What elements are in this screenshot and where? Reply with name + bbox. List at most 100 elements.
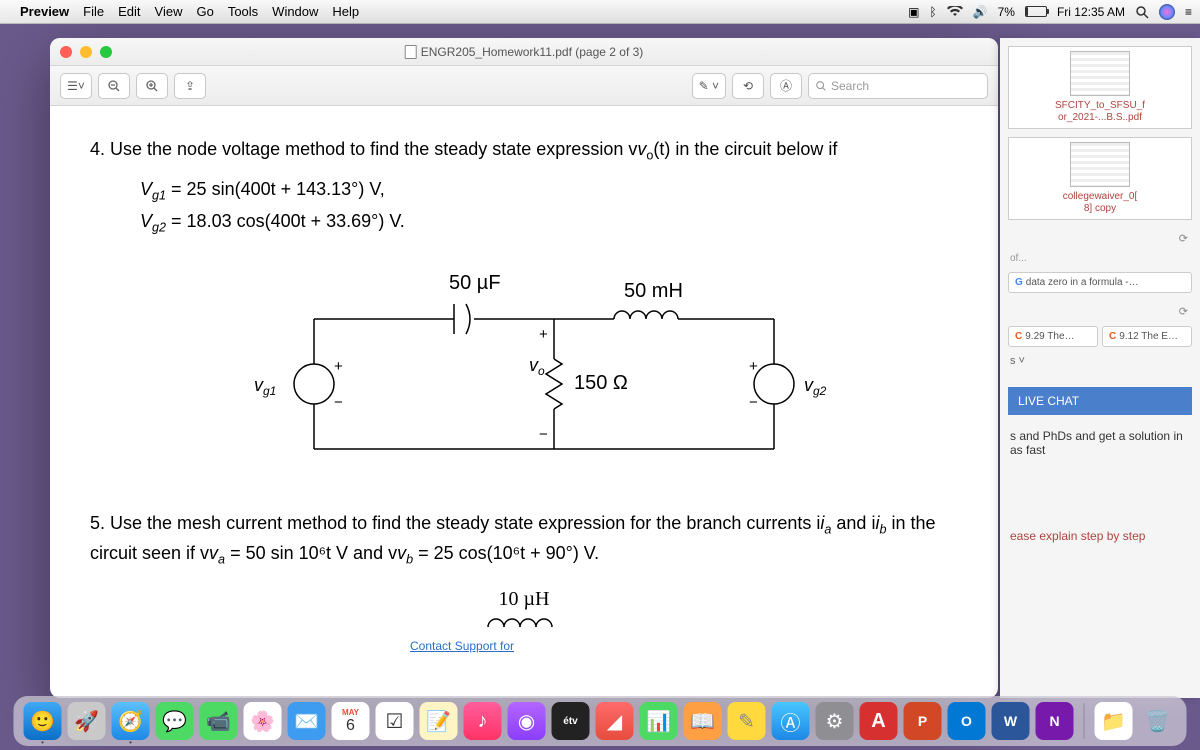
dock-autodesk[interactable]: A — [860, 702, 898, 740]
zoom-out-button[interactable] — [98, 73, 130, 99]
status-tray: ▣ ᛒ 🔊 7% Fri 12:35 AM ≡ — [908, 4, 1192, 20]
dock-pages[interactable]: ✎ — [728, 702, 766, 740]
dock-onenote[interactable]: N — [1036, 702, 1074, 740]
svg-text:+: + — [539, 326, 548, 343]
markup-button[interactable]: Ⓐ — [770, 73, 802, 99]
ref-text: of... — [1010, 253, 1027, 264]
menu-view[interactable]: View — [155, 4, 183, 19]
search-placeholder: Search — [831, 79, 869, 93]
siri-icon[interactable] — [1159, 4, 1175, 20]
question-4-prompt: 4. Use the node voltage method to find t… — [90, 136, 958, 165]
dock-settings[interactable]: ⚙︎ — [816, 702, 854, 740]
phd-text: s and PhDs and get a solution in as fast — [1000, 423, 1200, 463]
dock-safari2[interactable]: ◢ — [596, 702, 634, 740]
menu-edit[interactable]: Edit — [118, 4, 140, 19]
dock-outlook[interactable]: O — [948, 702, 986, 740]
window-title: ENGR205_Homework11.pdf (page 2 of 3) — [405, 45, 644, 59]
question-5-prompt: 5. Use the mesh current method to find t… — [90, 509, 958, 570]
inductor2-label: 10 µH — [90, 588, 958, 611]
dock-downloads[interactable]: 📁 — [1095, 702, 1133, 740]
dock-appstore[interactable]: Ⓐ — [772, 702, 810, 740]
wifi-icon[interactable] — [947, 6, 963, 17]
given-equations: Vg1 = 25 sin(400t + 143.13°) V, Vg2 = 18… — [140, 179, 958, 234]
dock-safari[interactable]: 🧭 — [112, 702, 150, 740]
cap-label: 50 µF — [449, 272, 501, 294]
circuit-diagram: 50 µF 50 mH 150 Ω vo vg1 vg2 + − + − + − — [214, 259, 834, 479]
dock-messages[interactable]: 💬 — [156, 702, 194, 740]
bluetooth-icon[interactable]: ᛒ — [929, 5, 936, 19]
sidebar-toggle-button[interactable]: ☰˅ — [60, 73, 92, 99]
dock-music[interactable]: ♪ — [464, 702, 502, 740]
search-icon — [815, 80, 827, 92]
close-button[interactable] — [60, 46, 72, 58]
dock-launchpad[interactable]: 🚀 — [68, 702, 106, 740]
desktop-file-2[interactable]: collegewaiver_0[8] copy — [1008, 137, 1192, 220]
ind-label: 50 mH — [624, 280, 683, 302]
dock-podcasts[interactable]: ◉ — [508, 702, 546, 740]
menu-tools[interactable]: Tools — [228, 4, 258, 19]
vg2-label: vg2 — [804, 375, 827, 398]
svg-text:−: − — [539, 426, 548, 443]
dock-mail[interactable]: ✉️ — [288, 702, 326, 740]
svg-text:−: − — [334, 394, 343, 411]
menu-go[interactable]: Go — [196, 4, 213, 19]
document-body: 4. Use the node voltage method to find t… — [50, 106, 998, 698]
dock-tv[interactable]: étv — [552, 702, 590, 740]
menu-window[interactable]: Window — [272, 4, 318, 19]
inductor-icon — [484, 611, 564, 633]
control-center-icon[interactable]: ≡ — [1185, 5, 1192, 19]
dock-divider — [1084, 703, 1085, 739]
dock-reminders[interactable]: ☑︎ — [376, 702, 414, 740]
reload-icon[interactable]: ⟳ — [1000, 228, 1200, 249]
res-label: 150 Ω — [574, 372, 628, 394]
rotate-button[interactable]: ⟲ — [732, 73, 764, 99]
window-controls — [60, 46, 112, 58]
browser-tab-google[interactable]: Gdata zero in a formula -… — [1008, 272, 1192, 293]
search-input[interactable]: Search — [808, 73, 988, 99]
dock-facetime[interactable]: 📹 — [200, 702, 238, 740]
dock-powerpoint[interactable]: P — [904, 702, 942, 740]
dock-photos[interactable]: 🌸 — [244, 702, 282, 740]
dock-finder[interactable]: 🙂 — [24, 702, 62, 740]
svg-text:+: + — [334, 358, 343, 375]
battery-percent: 7% — [998, 5, 1015, 19]
menu-help[interactable]: Help — [332, 4, 359, 19]
svg-text:−: − — [749, 394, 758, 411]
dropdown-s[interactable]: s ˅ — [1000, 351, 1200, 371]
preview-window: ENGR205_Homework11.pdf (page 2 of 3) ☰˅ … — [50, 38, 998, 698]
zoom-in-button[interactable] — [136, 73, 168, 99]
titlebar: ENGR205_Homework11.pdf (page 2 of 3) — [50, 38, 998, 66]
fullscreen-button[interactable] — [100, 46, 112, 58]
clock[interactable]: Fri 12:35 AM — [1057, 5, 1125, 19]
reload-icon-2[interactable]: ⟳ — [1000, 301, 1200, 322]
app-name[interactable]: Preview — [20, 4, 69, 19]
live-chat-button[interactable]: LIVE CHAT — [1008, 387, 1192, 415]
minimize-button[interactable] — [80, 46, 92, 58]
dock-numbers[interactable]: 📊 — [640, 702, 678, 740]
share-button[interactable]: ⇪ — [174, 73, 206, 99]
dock-word[interactable]: W — [992, 702, 1030, 740]
menubar: Preview File Edit View Go Tools Window H… — [0, 0, 1200, 24]
screen-record-icon[interactable]: ▣ — [908, 5, 919, 19]
svg-text:+: + — [749, 358, 758, 375]
desktop-file-1[interactable]: SFCITY_to_SFSU_for_2021-...B.S..pdf — [1008, 46, 1192, 129]
menu-file[interactable]: File — [83, 4, 104, 19]
dock-books[interactable]: 📖 — [684, 702, 722, 740]
support-link[interactable]: Contact Support for — [410, 639, 958, 653]
dock: 🙂 🚀 🧭 💬 📹 🌸 ✉️ MAY6 ☑︎ 📝 ♪ ◉ étv ◢ 📊 📖 ✎… — [14, 696, 1187, 746]
vg1-label: vg1 — [254, 375, 276, 398]
browser-tab-chegg-2[interactable]: C9.12 The E… — [1102, 326, 1192, 347]
dock-notes[interactable]: 📝 — [420, 702, 458, 740]
toolbar: ☰˅ ⇪ ✎ ˅ ⟲ Ⓐ Search — [50, 66, 998, 106]
file-thumb-icon — [1070, 142, 1130, 187]
dock-trash[interactable]: 🗑️ — [1139, 702, 1177, 740]
battery-icon[interactable] — [1025, 6, 1047, 17]
document-icon — [405, 45, 417, 59]
volume-icon[interactable]: 🔊 — [973, 5, 988, 19]
dock-calendar[interactable]: MAY6 — [332, 702, 370, 740]
vo-label: vo — [529, 355, 545, 378]
highlight-button[interactable]: ✎ ˅ — [692, 73, 726, 99]
browser-tab-chegg-1[interactable]: C9.29 The… — [1008, 326, 1098, 347]
spotlight-icon[interactable] — [1135, 5, 1149, 19]
background-browser: SFCITY_to_SFSU_for_2021-...B.S..pdf coll… — [1000, 38, 1200, 698]
